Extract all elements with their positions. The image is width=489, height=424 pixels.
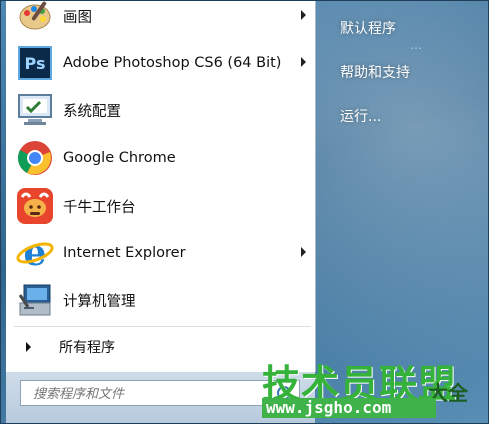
window-frame (0, 0, 489, 424)
